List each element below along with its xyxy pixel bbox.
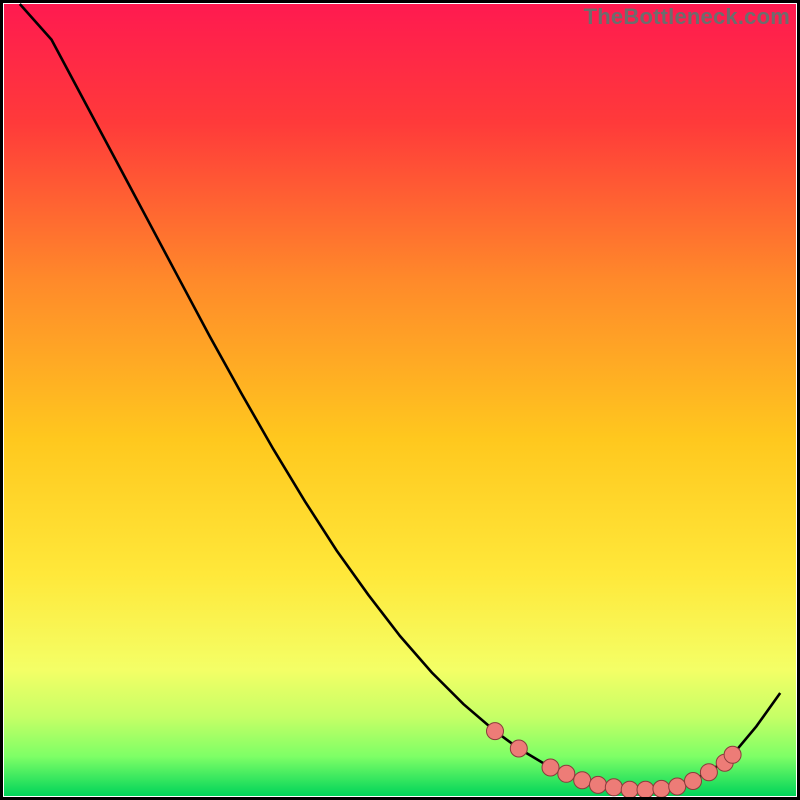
curve-marker <box>685 773 702 790</box>
watermark-label: TheBottleneck.com <box>584 4 790 30</box>
curve-marker <box>542 759 559 776</box>
curve-marker <box>637 781 654 798</box>
curve-marker <box>574 772 591 789</box>
bottleneck-curve-chart <box>0 0 800 800</box>
curve-marker <box>621 781 638 798</box>
curve-marker <box>590 776 607 793</box>
curve-marker <box>700 764 717 781</box>
plot-area <box>4 4 796 798</box>
curve-marker <box>487 723 504 740</box>
curve-marker <box>605 779 622 796</box>
curve-marker <box>669 778 686 795</box>
chart-container: TheBottleneck.com <box>0 0 800 800</box>
curve-marker <box>653 780 670 797</box>
curve-marker <box>510 740 527 757</box>
curve-marker <box>558 765 575 782</box>
heatmap-background <box>4 4 796 796</box>
curve-marker <box>724 746 741 763</box>
